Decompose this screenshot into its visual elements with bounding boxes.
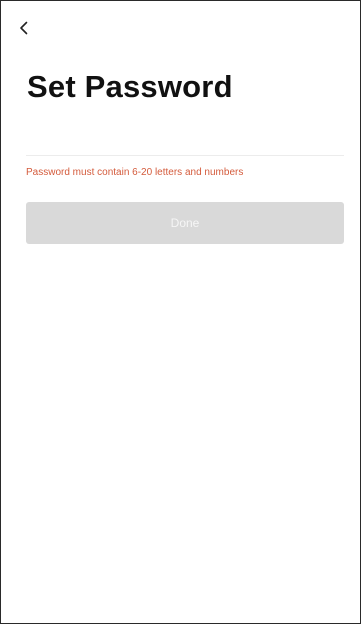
back-button[interactable]: [13, 17, 35, 39]
chevron-left-icon: [18, 21, 30, 35]
page-title: Set Password: [27, 69, 233, 104]
password-input[interactable]: [26, 119, 344, 156]
done-button[interactable]: Done: [26, 202, 344, 244]
set-password-screen: Set Password Password must contain 6-20 …: [0, 0, 361, 624]
password-error-message: Password must contain 6-20 letters and n…: [26, 167, 244, 178]
